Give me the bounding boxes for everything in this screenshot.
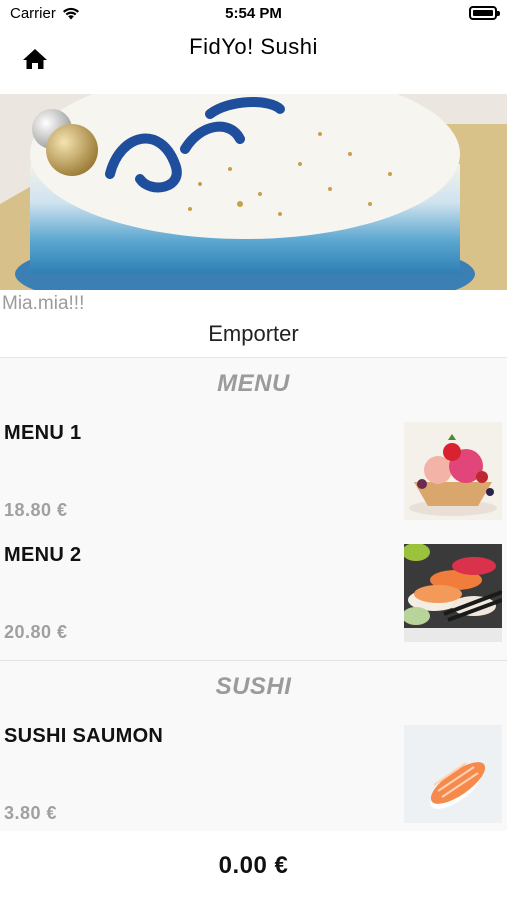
salmon-nigiri-photo [404,725,502,823]
item-price: 20.80 € [4,622,68,642]
cart-total: 0.00 € [218,851,289,879]
restaurant-name: Mia.mia!!! [2,293,85,314]
sushi-platter-photo [404,544,502,642]
nav-bar: FidYo! Sushi [0,28,507,94]
item-price: 3.80 € [4,803,58,823]
section-header-sushi: SUSHI [215,673,292,700]
hero-image [0,94,507,290]
menu-item[interactable]: SUSHI SAUMON 3.80 € [0,713,507,831]
item-name: MENU 2 [4,544,82,566]
menu-item[interactable]: MENU 2 20.80 € [0,532,507,654]
status-right [469,6,500,20]
item-price: 18.80 € [4,500,68,520]
menu-item[interactable]: MENU 1 18.80 € [0,410,507,532]
page-title: FidYo! Sushi [189,34,318,59]
item-name: SUSHI SAUMON [4,725,164,747]
item-name: MENU 1 [4,422,82,444]
cart-footer[interactable]: 0.00 € [0,831,507,900]
status-bar: Carrier 5:54 PM [0,0,507,28]
ice-cream-photo [404,422,502,520]
section-header-menu: MENU [217,370,290,397]
status-time: 5:54 PM [225,5,282,22]
cake-photo [0,94,507,290]
order-mode-label[interactable]: Emporter [0,321,507,347]
menu-list[interactable]: MENU MENU 1 18.80 € MENU 2 20.80 € SUSHI… [0,357,507,831]
battery-icon [469,6,500,20]
